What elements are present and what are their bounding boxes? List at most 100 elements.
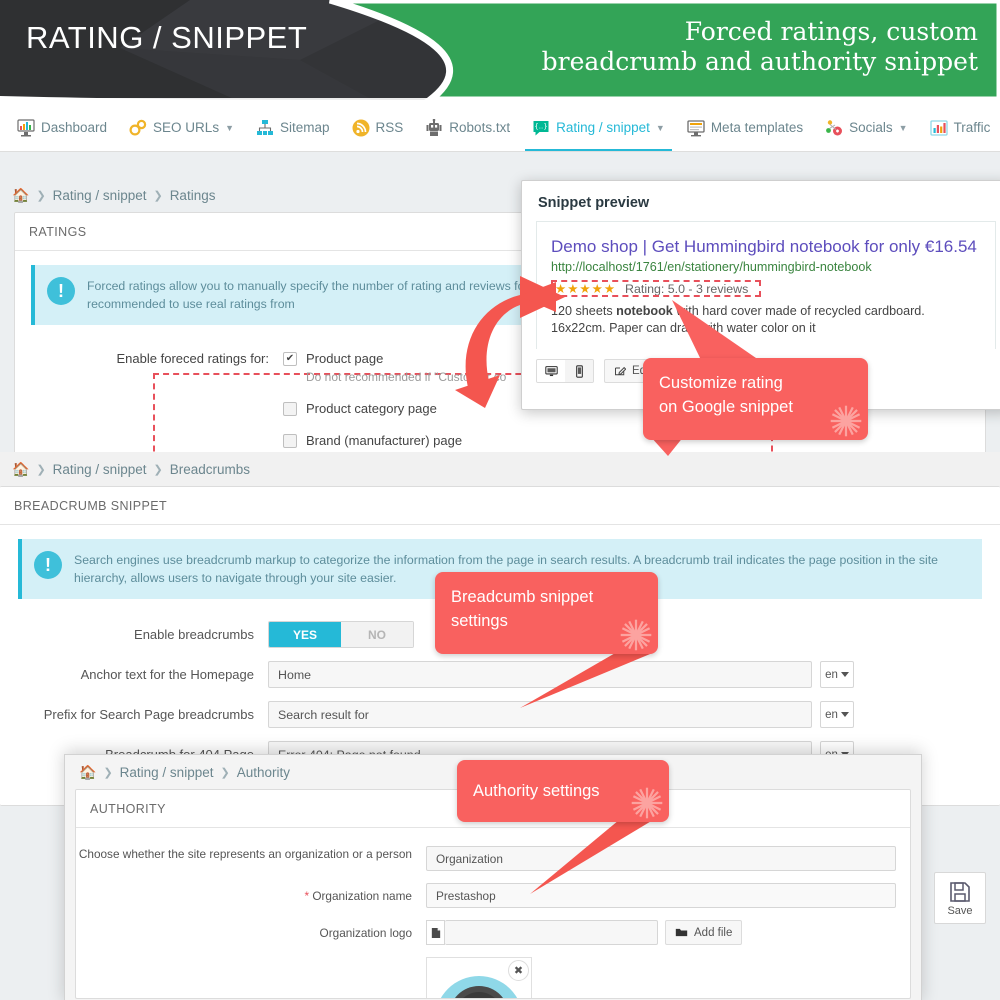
callout-line1: Customize rating (659, 374, 783, 392)
home-icon[interactable]: 🏠 (79, 764, 96, 781)
breadcrumb-item-module[interactable]: Rating / snippet (53, 188, 147, 203)
breadcrumb-separator: ❯ (103, 766, 113, 779)
save-label: Save (947, 904, 973, 917)
nav-item-label: RSS (375, 120, 404, 135)
add-file-button[interactable]: Add file (665, 920, 743, 945)
desktop-monitor-icon[interactable] (537, 360, 565, 382)
callout-tail-authority-settings (530, 820, 653, 894)
nav-item-dashboard[interactable]: Dashboard (6, 104, 118, 151)
field-label: Prefix for Search Page breadcrumbs (43, 707, 254, 722)
checkbox-label-brand-page: Brand (manufacturer) page (306, 433, 463, 448)
breadcrumb-separator: ❯ (220, 766, 230, 779)
breadcrumb-item-page[interactable]: Ratings (170, 188, 216, 203)
module-nav-tabs[interactable]: Dashboard SEO URLs ▼ Sitemap RSS Robots.txt {.… (0, 104, 1000, 152)
svg-text:{..}: {..} (534, 122, 547, 130)
nav-item-label: Sitemap (280, 120, 330, 135)
breadcrumb-card-title: BREADCRUMB SNIPPET (0, 487, 1000, 525)
info-exclamation-icon: ! (47, 277, 75, 305)
forced-ratings-label: Enable foreced ratings for: (116, 351, 269, 366)
nav-item-label: Traffic (953, 120, 991, 135)
breadcrumb-separator: ❯ (36, 463, 46, 476)
callout-customize-rating: Customize rating on Google snippet (643, 358, 868, 440)
field-label: * Organization name (76, 889, 426, 903)
pencil-square-icon (615, 366, 626, 376)
callout-tail-customize-rating (672, 300, 756, 362)
sitemap-tree-icon (256, 119, 274, 137)
field-organization-logo: Organization logo Add file (76, 920, 910, 945)
checkbox-row[interactable]: Product category page (283, 401, 506, 416)
home-icon[interactable]: 🏠 (12, 461, 29, 478)
mobile-phone-icon[interactable] (565, 360, 593, 382)
checkbox-brand-page[interactable] (283, 433, 297, 448)
checkbox-product-page[interactable]: ✔ (283, 351, 297, 366)
chevron-down-icon: ▼ (655, 122, 665, 133)
device-toggle[interactable] (536, 359, 594, 383)
checkbox-product-category-page[interactable] (283, 401, 297, 416)
nav-item-label: Robots.txt (449, 120, 511, 135)
nav-item-rating-snippet[interactable]: {..} Rating / snippet ▼ (521, 104, 676, 151)
checkbox-row[interactable]: ✔ Product page (283, 351, 506, 366)
field-homepage-anchor: Anchor text for the Homepage Home en (0, 661, 1000, 688)
nav-item-sitemap[interactable]: Sitemap (245, 104, 341, 151)
breadcrumb-item-module[interactable]: Rating / snippet (120, 765, 214, 780)
banner-subtitle-line2: breadcrumb and authority snippet (541, 47, 978, 76)
breadcrumb-separator: ❯ (36, 189, 46, 202)
checkbox-hint-product-page: Do not recommended if "Customer co (306, 370, 507, 384)
language-selector[interactable]: en (820, 661, 854, 688)
share-nodes-icon (825, 119, 843, 137)
nav-item-seo-urls[interactable]: SEO URLs ▼ (118, 104, 245, 151)
breadcrumb-item-page[interactable]: Breadcrumbs (170, 462, 250, 477)
checkbox-row[interactable]: Brand (manufacturer) page (283, 433, 506, 448)
callout-tail-breadcrumb-settings (520, 652, 655, 708)
remove-logo-button[interactable]: ✖ (508, 960, 529, 981)
organization-logo-filename[interactable] (445, 920, 658, 945)
home-icon[interactable]: 🏠 (12, 187, 29, 204)
language-selector[interactable]: en (820, 701, 854, 728)
callout-breadcrumb-settings: Breadcumb snippet settings (435, 572, 658, 654)
nav-item-traffic[interactable]: Traffic (919, 104, 1000, 151)
promo-banner: RATING / SNIPPET Forced ratings, custom … (0, 0, 1000, 104)
banner-subtitle-line1: Forced ratings, custom (684, 17, 978, 46)
snippet-preview-title: Snippet preview (538, 195, 650, 211)
breadcrumb-separator: ❯ (153, 463, 163, 476)
checkbox-label-product-page: Product page (306, 351, 384, 366)
rss-feed-icon (352, 119, 370, 137)
nav-item-meta-templates[interactable]: Meta templates (676, 104, 814, 151)
banner-title: RATING / SNIPPET (26, 20, 308, 55)
screenshot-root: RATING / SNIPPET Forced ratings, custom … (0, 0, 1000, 1000)
nav-item-socials[interactable]: Socials ▼ (814, 104, 918, 151)
add-file-label: Add file (694, 926, 733, 939)
language-code: en (825, 668, 838, 681)
chevron-down-icon: ▼ (898, 122, 908, 133)
google-result-rating: ★★★★★ Rating: 5.0 - 3 reviews (551, 280, 761, 297)
save-button[interactable]: Save (934, 872, 986, 924)
breadcrumb: 🏠 ❯ Rating / snippet ❯ Breadcrumbs (0, 452, 1000, 486)
breadcrumb-item-module[interactable]: Rating / snippet (53, 462, 147, 477)
field-label: Choose whether the site represents an or… (78, 847, 412, 861)
nav-item-label: Dashboard (41, 120, 108, 135)
sparkle-burst-icon (830, 405, 862, 437)
toggle-no[interactable]: NO (341, 622, 413, 647)
monitor-template-icon (687, 119, 705, 137)
checkbox-label-product-category-page: Product category page (306, 401, 437, 416)
toggle-yes[interactable]: YES (269, 622, 341, 647)
nav-item-rss[interactable]: RSS (341, 104, 415, 151)
link-chain-icon (129, 119, 147, 137)
breadcrumb-item-page[interactable]: Authority (237, 765, 290, 780)
dashboard-chart-icon (17, 118, 35, 137)
google-result-title[interactable]: Demo shop | Get Hummingbird notebook for… (551, 236, 981, 257)
organization-logo-thumbnail: ✖ (426, 957, 532, 998)
bar-chart-icon (929, 119, 948, 137)
callout-line2: settings (451, 612, 508, 630)
callout-authority-settings: Authority settings (457, 760, 669, 822)
nav-item-robots-txt[interactable]: Robots.txt (414, 104, 521, 151)
robot-icon (425, 118, 443, 137)
field-label: Organization logo (319, 925, 412, 940)
enable-breadcrumbs-toggle[interactable]: YES NO (268, 621, 414, 648)
nav-item-label: Meta templates (710, 120, 804, 135)
nav-item-label: Socials (849, 120, 893, 135)
field-label-text: Organization name (312, 888, 412, 903)
callout-line1: Authority settings (473, 782, 600, 800)
speech-bubble-icon: {..} (532, 119, 550, 137)
field-organization-name: * Organization name Prestashop (76, 883, 910, 908)
